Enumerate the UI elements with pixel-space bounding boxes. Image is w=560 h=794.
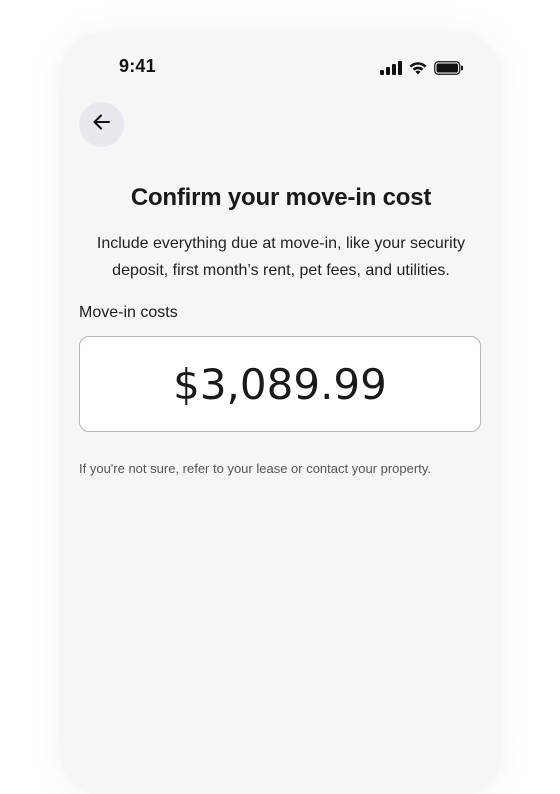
back-button[interactable] xyxy=(79,102,124,147)
cellular-signal-icon xyxy=(380,60,402,80)
phone-screen: 9:41 Confirm your move-in cost Include e… xyxy=(62,34,500,794)
helper-text: If you're not sure, refer to your lease … xyxy=(79,461,431,476)
arrow-left-icon xyxy=(91,111,113,138)
move-in-costs-label: Move-in costs xyxy=(79,304,178,321)
status-bar: 9:41 xyxy=(62,34,500,100)
subtitle-line-1: Include everything due at move-in, like … xyxy=(96,235,466,252)
page-title: Confirm your move-in cost xyxy=(130,184,432,211)
subtitle-line-2: deposit, first month’s rent, pet fees, a… xyxy=(112,262,450,279)
wifi-icon xyxy=(408,60,428,80)
page-subtitle: Include everything due at move-in, like … xyxy=(72,230,490,284)
battery-icon xyxy=(434,60,464,80)
status-icons xyxy=(380,60,464,80)
move-in-cost-input[interactable] xyxy=(79,336,481,432)
status-time: 9:41 xyxy=(119,56,156,76)
